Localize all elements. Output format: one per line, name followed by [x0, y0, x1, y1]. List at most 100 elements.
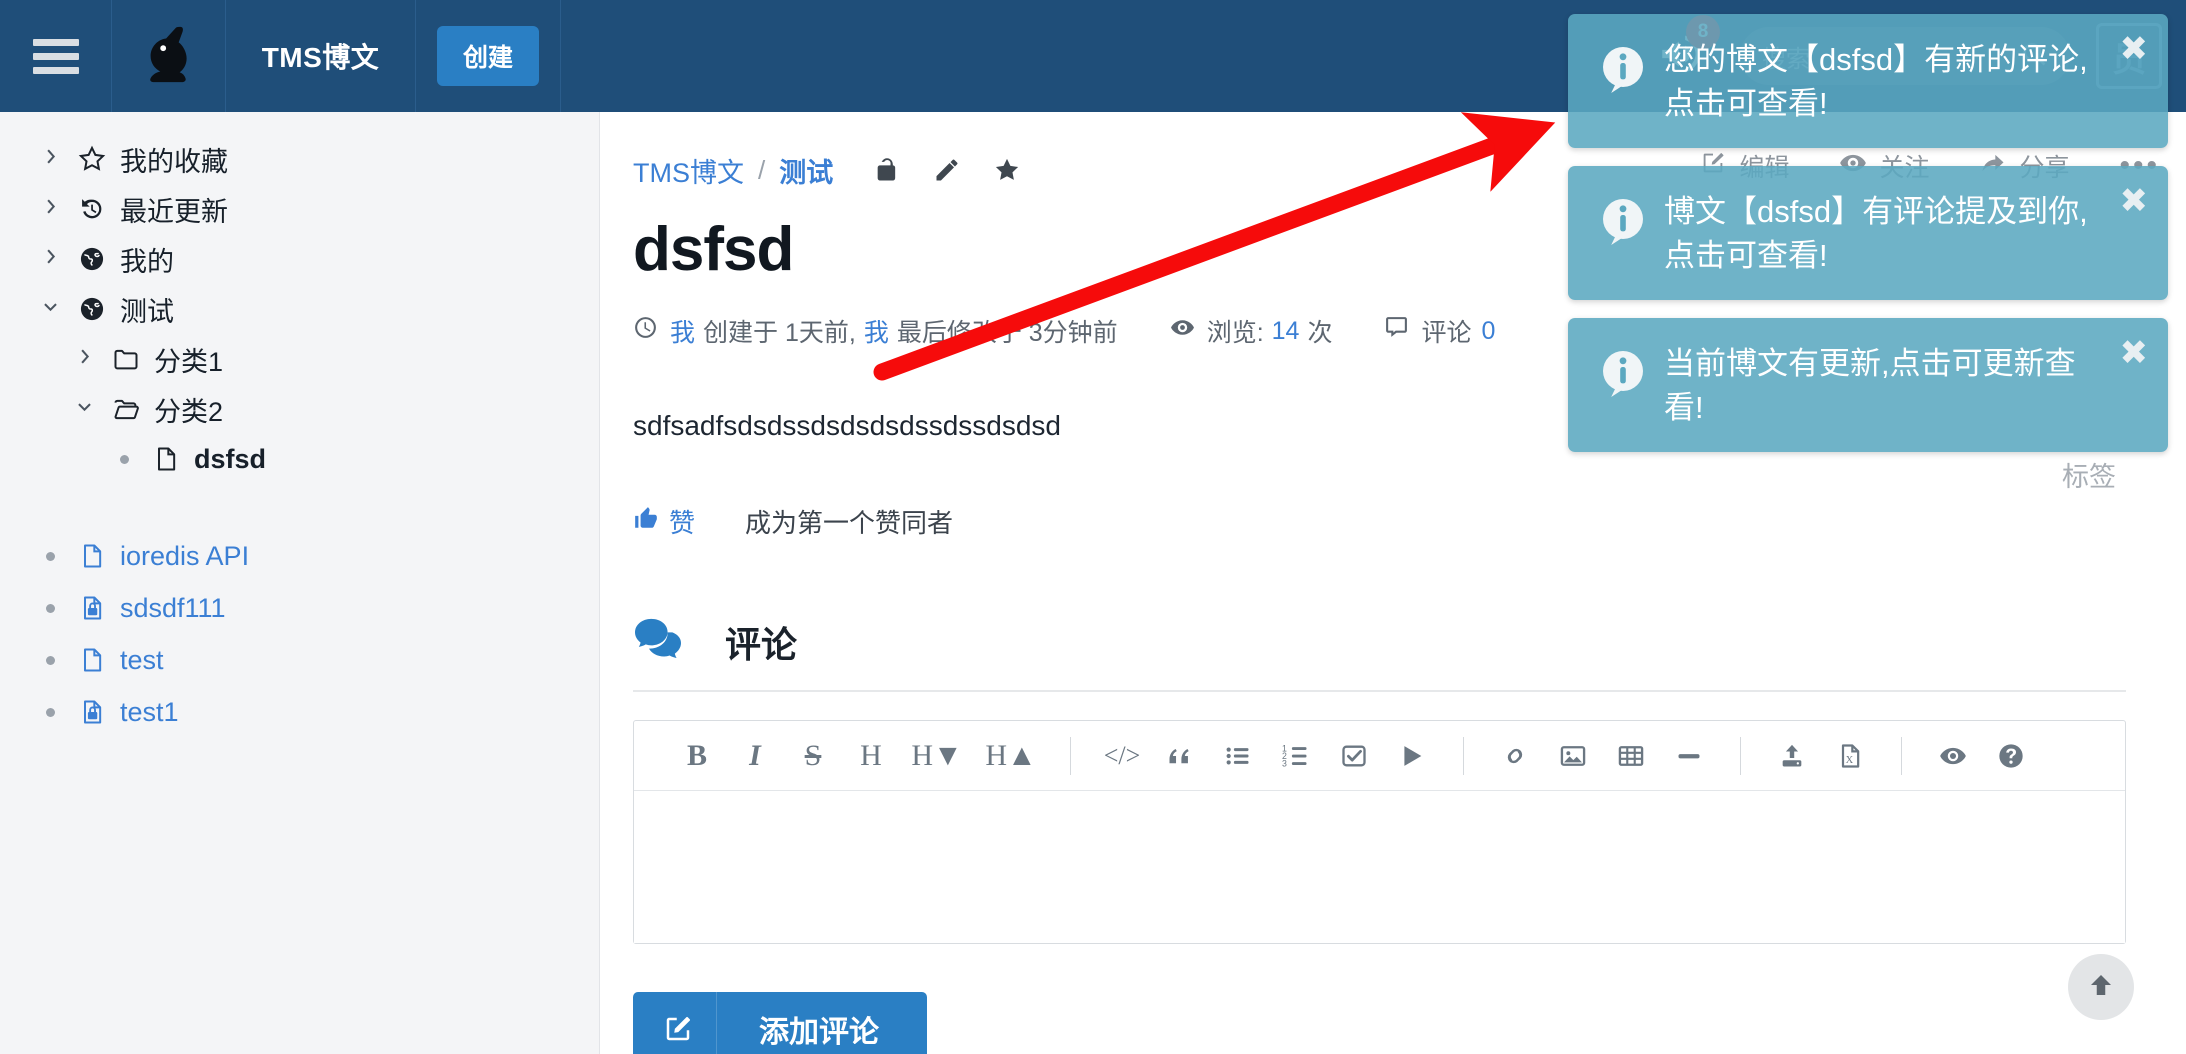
- bullet-list-icon[interactable]: [1209, 727, 1267, 785]
- blockquote-icon[interactable]: [1151, 727, 1209, 785]
- submit-row: 添加评论: [633, 992, 2126, 1054]
- sidebar-tree-item-label: 最近更新: [120, 196, 228, 227]
- brand-title: TMS博文: [261, 42, 380, 73]
- add-comment-label: 添加评论: [759, 1016, 879, 1049]
- link-bullet-icon: [30, 551, 70, 561]
- chevron-right-icon[interactable]: [30, 196, 70, 222]
- like-button[interactable]: 赞: [633, 503, 695, 540]
- comment-textarea[interactable]: [634, 791, 2125, 943]
- close-icon[interactable]: ✖: [2120, 32, 2149, 66]
- breadcrumb-space[interactable]: 测试: [779, 151, 833, 190]
- like-hint: 成为第一个赞同者: [745, 508, 954, 538]
- excel-file-icon[interactable]: X: [1821, 727, 1879, 785]
- horizontal-rule-icon[interactable]: [1660, 727, 1718, 785]
- task-list-icon[interactable]: [1325, 727, 1383, 785]
- unlock-icon[interactable]: [873, 156, 901, 184]
- sidebar-link-label: sdsdf111: [120, 592, 226, 623]
- sidebar-tree-item-我的收藏[interactable]: 我的收藏: [0, 134, 599, 184]
- notification-toast[interactable]: 当前博文有更新,点击可更新查看! ✖: [1568, 318, 2168, 453]
- arrow-up-icon: [2086, 970, 2116, 1005]
- numbered-list-icon[interactable]: 123: [1267, 727, 1325, 785]
- sidebar-tree-item-我的[interactable]: 我的: [0, 234, 599, 284]
- star-filled-icon[interactable]: [993, 156, 1021, 184]
- heading-decrease-icon[interactable]: H▼: [900, 727, 974, 785]
- history-icon: [70, 195, 114, 223]
- sidebar-tree-item-label: 分类2: [154, 396, 224, 427]
- comments-heading: 评论: [633, 616, 2126, 668]
- star-icon: [70, 145, 114, 173]
- close-icon[interactable]: ✖: [2120, 184, 2149, 218]
- breadcrumb-icon-group: [873, 156, 1021, 184]
- chevron-down-icon[interactable]: [64, 396, 104, 422]
- sidebar-link-label: test1: [120, 696, 179, 727]
- notification-toast[interactable]: 博文【dsfsd】有评论提及到你,点击可查看! ✖: [1568, 166, 2168, 301]
- create-button[interactable]: 创建: [436, 26, 539, 86]
- views-count: 14: [1271, 316, 1300, 345]
- site-logo[interactable]: [112, 0, 226, 112]
- sidebar-link-sdsdf111[interactable]: sdsdf111: [0, 582, 599, 634]
- code-block-icon[interactable]: </>: [1093, 727, 1151, 785]
- sidebar-link-test[interactable]: test: [0, 634, 599, 686]
- add-comment-button[interactable]: 添加评论: [633, 992, 927, 1054]
- toolbar-separator: [1463, 736, 1464, 775]
- compose-icon: [639, 992, 717, 1054]
- breadcrumb-root[interactable]: TMS博文: [633, 151, 744, 190]
- comments-label: 评论: [1421, 319, 1472, 347]
- image-icon[interactable]: [1544, 727, 1602, 785]
- file-lock-icon: [70, 593, 114, 623]
- close-icon[interactable]: ✖: [2120, 336, 2149, 370]
- rabbit-logo-icon: [138, 23, 200, 90]
- info-icon: [1590, 340, 1656, 400]
- link-bullet-icon: [30, 655, 70, 665]
- heading-increase-icon[interactable]: H▲: [974, 727, 1048, 785]
- created-author[interactable]: 我: [670, 313, 695, 349]
- preview-icon[interactable]: [1924, 727, 1982, 785]
- strikethrough-icon[interactable]: S: [784, 727, 842, 785]
- scroll-to-top-button[interactable]: [2068, 954, 2134, 1020]
- brand-link[interactable]: TMS博文: [226, 0, 416, 112]
- sidebar-tree-item-label: 测试: [120, 296, 174, 327]
- link-bullet-icon: [30, 707, 70, 717]
- sidebar-link-test1[interactable]: test1: [0, 686, 599, 738]
- tree-bullet-icon: [104, 454, 144, 464]
- hamburger-icon: [32, 32, 79, 81]
- sidebar-tree-item-分类1[interactable]: 分类1: [0, 334, 599, 384]
- hamburger-menu-button[interactable]: [0, 0, 112, 112]
- table-icon[interactable]: [1602, 727, 1660, 785]
- sidebar-tree-item-dsfsd[interactable]: dsfsd: [0, 434, 599, 484]
- modified-author[interactable]: 我: [864, 313, 889, 349]
- header-spacer: [561, 0, 1648, 112]
- play-media-icon[interactable]: [1383, 727, 1441, 785]
- bold-icon[interactable]: B: [668, 727, 726, 785]
- folder-closed-icon: [104, 345, 148, 373]
- sidebar-tree-item-label: dsfsd: [194, 443, 267, 474]
- italic-icon[interactable]: I: [726, 727, 784, 785]
- sidebar-link-ioredis-API[interactable]: ioredis API: [0, 530, 599, 582]
- comments-count: 0: [1481, 316, 1496, 345]
- notification-text: 当前博文有更新,点击可更新查看!: [1664, 346, 2076, 426]
- heading-icon[interactable]: H: [842, 727, 900, 785]
- info-icon: [1590, 36, 1656, 96]
- sidebar-tree-item-分类2[interactable]: 分类2: [0, 384, 599, 434]
- help-icon[interactable]: [1982, 727, 2040, 785]
- sidebar-tree-item-最近更新[interactable]: 最近更新: [0, 184, 599, 234]
- folder-open-icon: [104, 395, 148, 423]
- sidebar-tree-item-测试[interactable]: 测试: [0, 284, 599, 334]
- create-cell: 创建: [416, 0, 561, 112]
- notification-toast[interactable]: 您的博文【dsfsd】有新的评论,点击可查看! ✖: [1568, 14, 2168, 149]
- editor-toolbar: B I S H H▼ H▲ </> 1 2 3 X: [634, 721, 2125, 791]
- clock-icon: [633, 315, 670, 347]
- link-icon[interactable]: [1486, 727, 1544, 785]
- toolbar-separator: [1740, 736, 1741, 775]
- chevron-down-icon[interactable]: [30, 296, 70, 322]
- app-root: TMS博文 创建 8 搜索 员 我的收藏最: [0, 0, 2186, 1054]
- comment-icon: [1384, 315, 1421, 347]
- sidebar-link-label: ioredis API: [120, 540, 250, 571]
- pencil-icon[interactable]: [933, 156, 961, 184]
- chevron-right-icon[interactable]: [30, 246, 70, 272]
- chevron-right-icon[interactable]: [30, 146, 70, 172]
- chevron-right-icon[interactable]: [64, 346, 104, 372]
- globe-icon: [70, 295, 114, 323]
- sidebar-link-label: test: [120, 644, 164, 675]
- upload-icon[interactable]: [1763, 727, 1821, 785]
